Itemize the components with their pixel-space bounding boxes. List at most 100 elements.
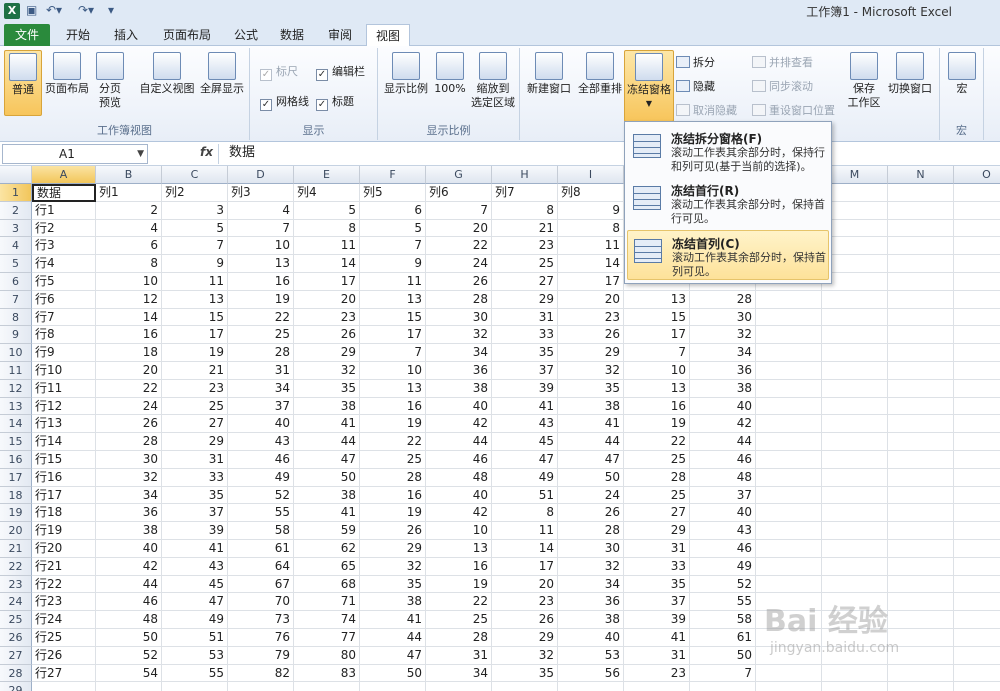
row-header[interactable]: 7: [0, 290, 32, 309]
column-header[interactable]: I: [558, 166, 624, 184]
cell[interactable]: 14: [96, 308, 162, 327]
cell[interactable]: 44: [426, 433, 492, 451]
cell[interactable]: 列7: [492, 184, 558, 202]
cell[interactable]: [756, 433, 822, 451]
row-header[interactable]: 10: [0, 344, 32, 362]
cell[interactable]: 25: [162, 397, 228, 416]
row-header[interactable]: 26: [0, 629, 32, 647]
cell[interactable]: 7: [426, 201, 492, 220]
cell[interactable]: 29: [492, 290, 558, 309]
cell[interactable]: [888, 593, 954, 612]
row-header[interactable]: 5: [0, 255, 32, 273]
cell[interactable]: 24: [96, 397, 162, 416]
cell[interactable]: [954, 398, 1000, 416]
cell[interactable]: 25: [426, 611, 492, 629]
freeze-panes-button[interactable]: 冻结窗格 ▼: [624, 50, 674, 122]
cell[interactable]: 9: [558, 201, 624, 220]
cell[interactable]: [954, 593, 1000, 612]
cell[interactable]: [822, 575, 888, 594]
cell[interactable]: [954, 326, 1000, 345]
cell[interactable]: 列5: [360, 184, 426, 202]
cell[interactable]: 5: [294, 201, 360, 220]
cell[interactable]: [294, 682, 360, 691]
cell[interactable]: 52: [690, 575, 756, 594]
cell[interactable]: 6: [360, 201, 426, 220]
cell[interactable]: 19: [360, 415, 426, 434]
cell[interactable]: [822, 557, 888, 576]
cell[interactable]: 28: [426, 629, 492, 647]
cell[interactable]: [888, 504, 954, 523]
cell[interactable]: [888, 379, 954, 398]
cell[interactable]: 23: [492, 593, 558, 612]
cell[interactable]: [822, 540, 888, 558]
cell[interactable]: [954, 451, 1000, 469]
cell[interactable]: 67: [228, 575, 294, 594]
cell[interactable]: [822, 522, 888, 540]
cell[interactable]: 55: [228, 504, 294, 523]
cell[interactable]: [888, 575, 954, 594]
zoom-selection-button[interactable]: 缩放到 选定区域: [470, 50, 516, 116]
cell[interactable]: 29: [360, 540, 426, 558]
cell[interactable]: 35: [360, 575, 426, 594]
cell[interactable]: 28: [228, 344, 294, 362]
cell[interactable]: 47: [294, 451, 360, 469]
cell[interactable]: [756, 362, 822, 380]
cell[interactable]: 35: [294, 379, 360, 398]
cell[interactable]: 41: [492, 397, 558, 416]
cell[interactable]: 46: [228, 451, 294, 469]
cell[interactable]: 5: [360, 219, 426, 238]
cell[interactable]: 22: [96, 379, 162, 398]
cell[interactable]: 7: [360, 344, 426, 362]
cell[interactable]: [954, 415, 1000, 434]
cell[interactable]: 5: [162, 219, 228, 238]
cell[interactable]: 56: [558, 664, 624, 683]
cell[interactable]: [888, 682, 954, 691]
cell[interactable]: [756, 540, 822, 558]
row-header[interactable]: 14: [0, 415, 32, 434]
row-header[interactable]: 4: [0, 237, 32, 256]
cell[interactable]: 行11: [32, 379, 96, 398]
cell[interactable]: 32: [492, 646, 558, 665]
cell[interactable]: 13: [360, 379, 426, 398]
column-header[interactable]: F: [360, 166, 426, 184]
cell[interactable]: 14: [294, 255, 360, 273]
cell[interactable]: 37: [690, 486, 756, 505]
cell[interactable]: [96, 682, 162, 691]
cell[interactable]: 2: [96, 201, 162, 220]
cell[interactable]: 列1: [96, 184, 162, 202]
cell[interactable]: 30: [690, 308, 756, 327]
cell[interactable]: 40: [690, 397, 756, 416]
cell[interactable]: 27: [162, 415, 228, 434]
cell[interactable]: [756, 575, 822, 594]
cell[interactable]: 80: [294, 646, 360, 665]
cell[interactable]: 28: [558, 522, 624, 540]
cell[interactable]: [756, 290, 822, 309]
split-button[interactable]: 拆分: [676, 54, 715, 72]
cell[interactable]: [756, 326, 822, 345]
cell[interactable]: 21: [492, 219, 558, 238]
ruler-checkbox[interactable]: ✓ 标尺: [260, 64, 298, 81]
row-header[interactable]: 18: [0, 486, 32, 505]
row-header[interactable]: 12: [0, 379, 32, 398]
cell[interactable]: 8: [492, 201, 558, 220]
unhide-button[interactable]: 取消隐藏: [676, 102, 737, 120]
cell[interactable]: 34: [426, 344, 492, 362]
zoom-100-button[interactable]: 100%: [432, 50, 468, 116]
cell[interactable]: 11: [360, 273, 426, 291]
cell[interactable]: 行7: [32, 308, 96, 327]
cell[interactable]: [822, 486, 888, 505]
cell[interactable]: [954, 237, 1000, 256]
cell[interactable]: 列4: [294, 184, 360, 202]
cell[interactable]: 42: [426, 415, 492, 434]
row-header[interactable]: 11: [0, 362, 32, 380]
cell[interactable]: 42: [690, 415, 756, 434]
cell[interactable]: [888, 237, 954, 256]
cell[interactable]: [954, 433, 1000, 451]
cell[interactable]: 11: [162, 273, 228, 291]
cell[interactable]: [822, 451, 888, 469]
cell[interactable]: [954, 504, 1000, 523]
cell[interactable]: [888, 540, 954, 558]
cell[interactable]: 46: [426, 451, 492, 469]
cell[interactable]: 50: [360, 664, 426, 683]
cell[interactable]: [954, 309, 1000, 327]
